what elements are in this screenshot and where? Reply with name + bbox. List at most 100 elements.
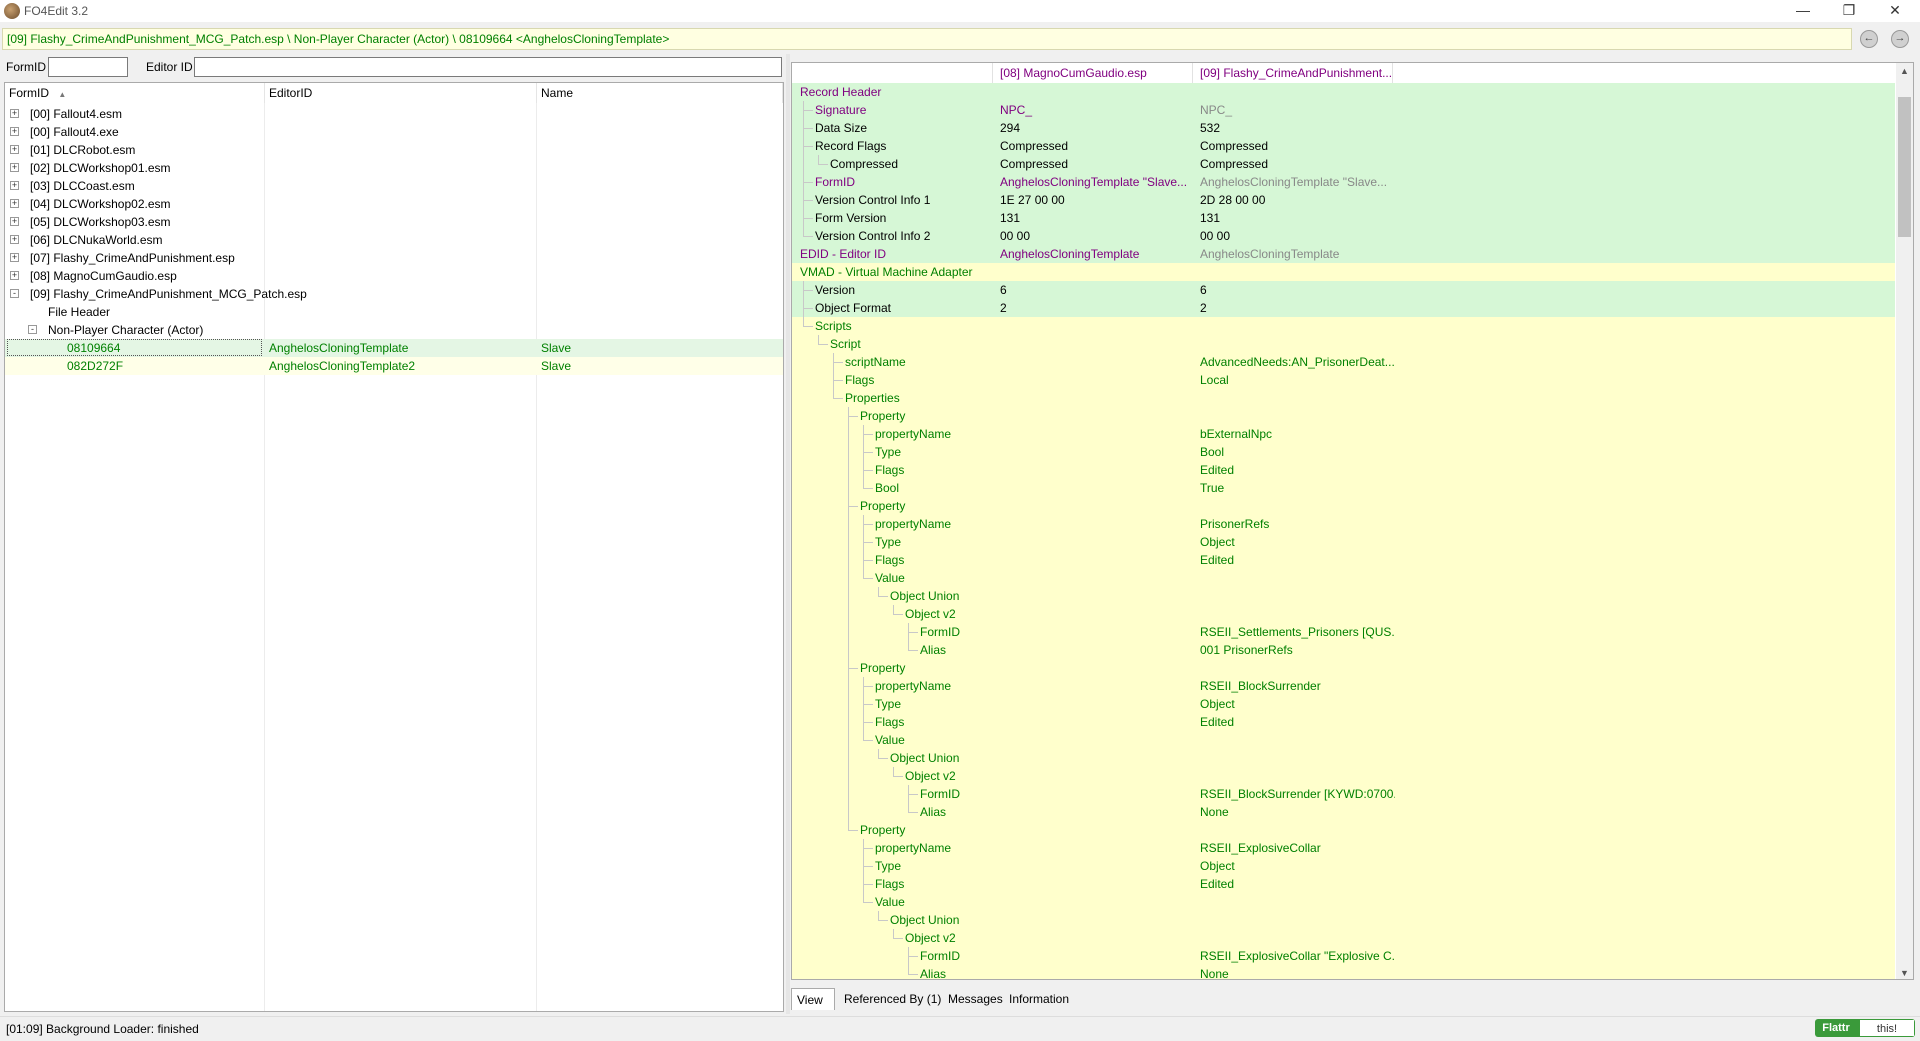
tab-information[interactable]: Information	[1004, 988, 1074, 1010]
restore-icon[interactable]: ❐	[1826, 0, 1872, 22]
collapse-icon[interactable]: -	[28, 325, 37, 334]
scroll-thumb[interactable]	[1898, 97, 1911, 237]
expand-icon[interactable]: +	[10, 271, 19, 280]
tree-node[interactable]: + [04] DLCWorkshop02.esm	[5, 195, 783, 213]
record-field-row[interactable]: Record Header	[792, 83, 1895, 101]
forward-button[interactable]: →	[1891, 30, 1909, 48]
record-field-row[interactable]: Type Bool	[792, 443, 1895, 461]
tree-node[interactable]: + [03] DLCCoast.esm	[5, 177, 783, 195]
record-field-row[interactable]: Object Union	[792, 587, 1895, 605]
record-field-row[interactable]: Data Size 294 532	[792, 119, 1895, 137]
tree-node[interactable]: + [02] DLCWorkshop01.esm	[5, 159, 783, 177]
record-field-row[interactable]: Version Control Info 2 00 00 00 00	[792, 227, 1895, 245]
expand-icon[interactable]: +	[10, 253, 19, 262]
tree-node[interactable]: + [00] Fallout4.esm	[5, 105, 783, 123]
panel-splitter[interactable]	[786, 54, 790, 1014]
record-field-row[interactable]: propertyName RSEII_BlockSurrender	[792, 677, 1895, 695]
expand-icon[interactable]: +	[10, 181, 19, 190]
flattr-button[interactable]: Flattr this!	[1815, 1019, 1915, 1037]
record-field-row[interactable]: Property	[792, 821, 1895, 839]
record-field-row[interactable]: scriptName AdvancedNeeds:AN_PrisonerDeat.…	[792, 353, 1895, 371]
back-button[interactable]: ←	[1860, 30, 1878, 48]
tree-node[interactable]: + [05] DLCWorkshop03.esm	[5, 213, 783, 231]
vertical-scrollbar[interactable]: ▲ ▼	[1896, 63, 1913, 979]
minimize-icon[interactable]: —	[1780, 0, 1826, 22]
record-field-row[interactable]: Value	[792, 731, 1895, 749]
tab-referenced-by[interactable]: Referenced By (1)	[839, 988, 946, 1010]
record-field-row[interactable]: Type Object	[792, 533, 1895, 551]
editorid-input[interactable]	[194, 57, 782, 77]
column-header-formid[interactable]: FormID ▲	[5, 83, 265, 103]
tab-view[interactable]: View	[791, 988, 835, 1010]
record-field-row[interactable]: EDID - Editor ID AnghelosCloningTemplate A…	[792, 245, 1895, 263]
record-field-row[interactable]: Property	[792, 659, 1895, 677]
tree-node[interactable]: File Header	[5, 303, 783, 321]
record-field-row[interactable]: VMAD - Virtual Machine Adapter	[792, 263, 1895, 281]
tab-messages[interactable]: Messages	[943, 988, 1008, 1010]
record-field-row[interactable]: Bool True	[792, 479, 1895, 497]
column-header-editorid[interactable]: EditorID	[265, 83, 537, 103]
navigation-tree[interactable]: FormID ▲ EditorID Name + [00] Fallout4.es…	[4, 82, 784, 1012]
record-field-row[interactable]: Flags Edited	[792, 551, 1895, 569]
record-field-row[interactable]: Flags Local	[792, 371, 1895, 389]
expand-icon[interactable]: +	[10, 127, 19, 136]
tree-node[interactable]: - [09] Flashy_CrimeAndPunishment_MCG_Patc…	[5, 285, 783, 303]
record-field-row[interactable]: Object Union	[792, 911, 1895, 929]
tree-node[interactable]: + [07] Flashy_CrimeAndPunishment.esp	[5, 249, 783, 267]
record-field-row[interactable]: FormID RSEII_BlockSurrender [KYWD:0700...	[792, 785, 1895, 803]
record-field-row[interactable]: Scripts	[792, 317, 1895, 335]
formid-input[interactable]	[48, 57, 128, 77]
expand-icon[interactable]: +	[10, 199, 19, 208]
tree-node[interactable]: + [01] DLCRobot.esm	[5, 141, 783, 159]
record-field-row[interactable]: Object v2	[792, 605, 1895, 623]
record-field-row[interactable]: Script	[792, 335, 1895, 353]
column-header-name[interactable]: Name	[537, 83, 783, 103]
record-field-row[interactable]: Flags Edited	[792, 875, 1895, 893]
expand-icon[interactable]: +	[10, 163, 19, 172]
collapse-icon[interactable]: -	[10, 289, 19, 298]
record-field-row[interactable]: Property	[792, 497, 1895, 515]
record-field-row[interactable]: Object Format 2 2	[792, 299, 1895, 317]
record-field-row[interactable]: FormID RSEII_Settlements_Prisoners [QUS..…	[792, 623, 1895, 641]
record-view[interactable]: [08] MagnoCumGaudio.esp [09] Flashy_Crim…	[791, 62, 1914, 980]
expand-icon[interactable]: +	[10, 145, 19, 154]
plugin-header-08[interactable]: [08] MagnoCumGaudio.esp	[1000, 63, 1147, 83]
record-field-row[interactable]: Flags Edited	[792, 713, 1895, 731]
record-field-row[interactable]: propertyName bExternalNpc	[792, 425, 1895, 443]
record-row[interactable]: 082D272F AnghelosCloningTemplate2 Slave	[5, 357, 783, 375]
expand-icon[interactable]: +	[10, 235, 19, 244]
tree-node[interactable]: + [06] DLCNukaWorld.esm	[5, 231, 783, 249]
record-field-row[interactable]: propertyName RSEII_ExplosiveCollar	[792, 839, 1895, 857]
expand-icon[interactable]: +	[10, 109, 19, 118]
record-row[interactable]: 08109664 AnghelosCloningTemplate Slave	[5, 339, 783, 357]
tree-node[interactable]: + [08] MagnoCumGaudio.esp	[5, 267, 783, 285]
plugin-header-09[interactable]: [09] Flashy_CrimeAndPunishment...	[1200, 63, 1392, 83]
record-field-row[interactable]: Object v2	[792, 929, 1895, 947]
record-field-row[interactable]: Compressed Compressed Compressed	[792, 155, 1895, 173]
record-field-row[interactable]: propertyName PrisonerRefs	[792, 515, 1895, 533]
record-field-row[interactable]: Object Union	[792, 749, 1895, 767]
record-field-row[interactable]: Version Control Info 1 1E 27 00 00 2D 28 0…	[792, 191, 1895, 209]
expand-icon[interactable]: +	[10, 217, 19, 226]
record-field-row[interactable]: Value	[792, 569, 1895, 587]
record-field-row[interactable]: Record Flags Compressed Compressed	[792, 137, 1895, 155]
record-field-row[interactable]: FormID AnghelosCloningTemplate "Slave... A…	[792, 173, 1895, 191]
record-field-row[interactable]: Signature NPC_ NPC_	[792, 101, 1895, 119]
record-field-row[interactable]: Property	[792, 407, 1895, 425]
record-field-row[interactable]: Form Version 131 131	[792, 209, 1895, 227]
record-field-row[interactable]: Flags Edited	[792, 461, 1895, 479]
record-field-row[interactable]: Alias None	[792, 965, 1895, 979]
close-icon[interactable]: ✕	[1872, 0, 1918, 22]
record-field-row[interactable]: Properties	[792, 389, 1895, 407]
record-field-row[interactable]: Alias None	[792, 803, 1895, 821]
record-field-row[interactable]: FormID RSEII_ExplosiveCollar "Explosive C…	[792, 947, 1895, 965]
record-field-row[interactable]: Type Object	[792, 695, 1895, 713]
record-field-row[interactable]: Version 6 6	[792, 281, 1895, 299]
tree-node[interactable]: + [00] Fallout4.exe	[5, 123, 783, 141]
record-field-row[interactable]: Alias 001 PrisonerRefs	[792, 641, 1895, 659]
record-field-row[interactable]: Value	[792, 893, 1895, 911]
scroll-down-icon[interactable]: ▼	[1896, 965, 1913, 979]
record-field-row[interactable]: Object v2	[792, 767, 1895, 785]
record-field-row[interactable]: Type Object	[792, 857, 1895, 875]
tree-node[interactable]: - Non-Player Character (Actor)	[5, 321, 783, 339]
